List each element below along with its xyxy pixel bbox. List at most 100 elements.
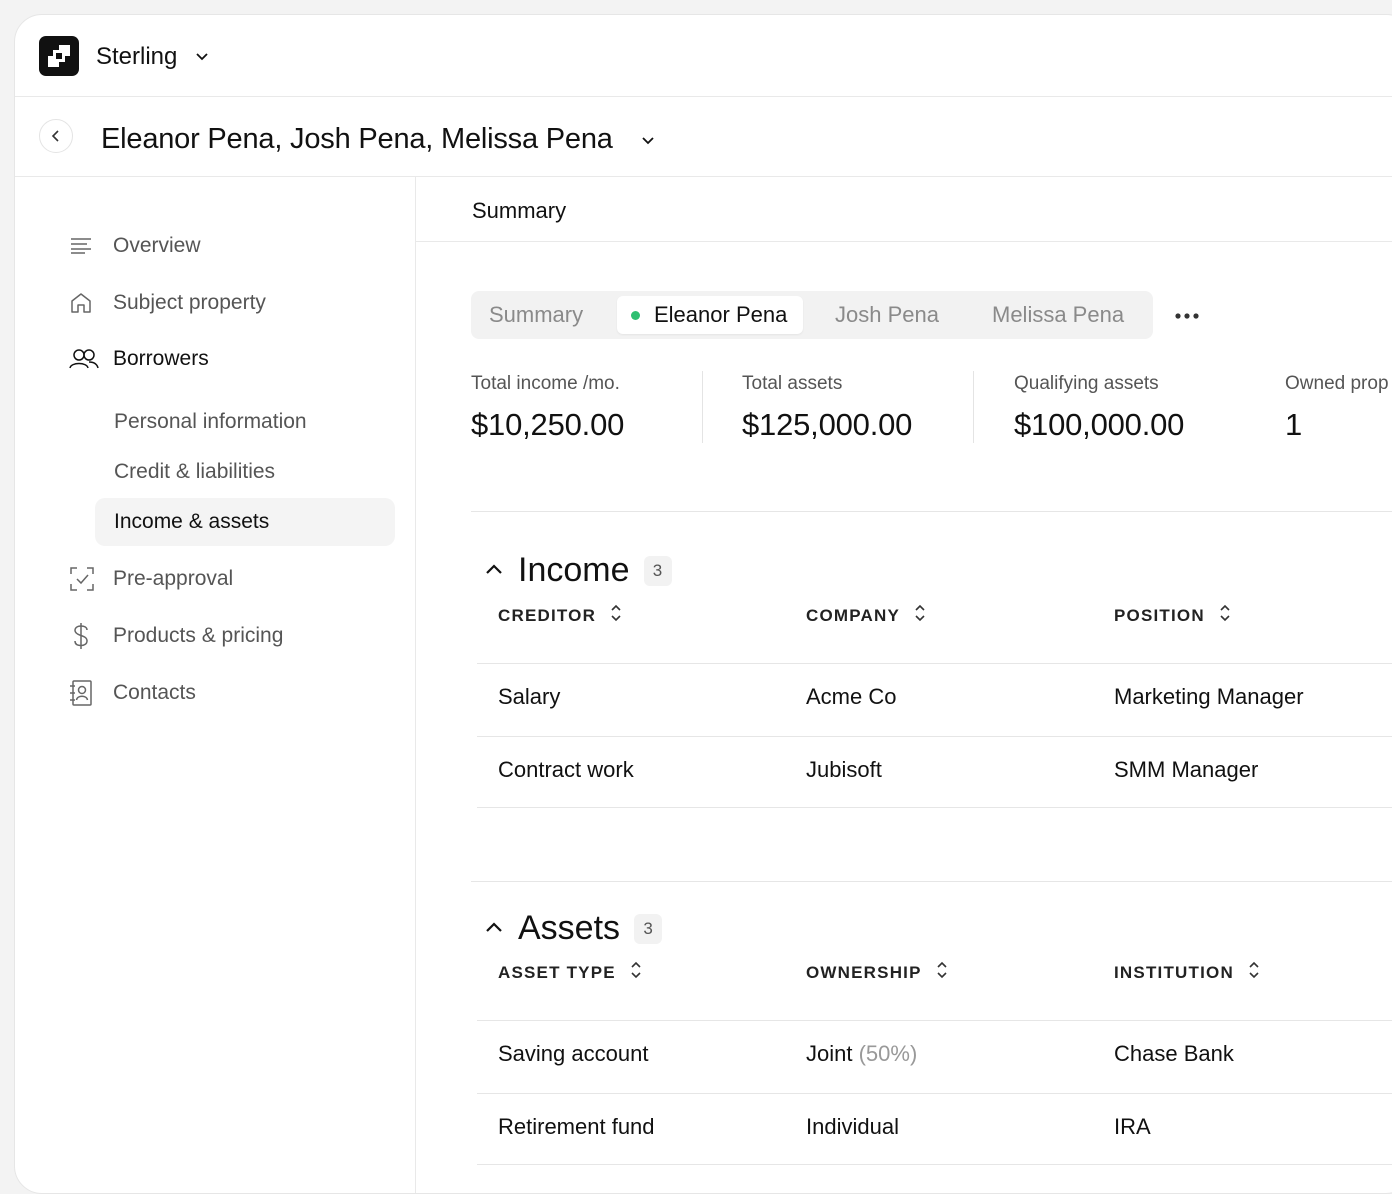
column-label: CREDITOR: [498, 605, 597, 625]
stat-label: Owned prop: [1285, 373, 1389, 394]
status-dot: [631, 310, 640, 320]
sidebar-item-label: Products & pricing: [113, 624, 284, 647]
column-label: INSTITUTION: [1114, 962, 1234, 982]
sidebar-item-pre-approval[interactable]: Pre-approval: [69, 561, 233, 597]
divider: [477, 1093, 1392, 1094]
column-label: COMPANY: [806, 605, 901, 625]
sidebar-item-subject-property[interactable]: Subject property: [69, 285, 266, 321]
table-cell: Acme Co: [806, 684, 897, 709]
sidebar-item-label: Borrowers: [113, 347, 209, 370]
stat-value: $125,000.00: [742, 407, 913, 442]
sort-icon: [1205, 603, 1231, 628]
main-header: Summary: [416, 177, 1392, 242]
sidebar-item-contacts[interactable]: Contacts: [69, 675, 196, 711]
contact-book-icon: [69, 680, 99, 706]
sidebar-item-overview[interactable]: Overview: [69, 228, 201, 264]
table-cell: Jubisoft: [806, 757, 882, 782]
column-header-company[interactable]: COMPANY: [806, 603, 926, 628]
sidebar-item-borrowers[interactable]: Borrowers: [69, 341, 209, 377]
brand-logo-icon[interactable]: [39, 36, 79, 76]
app-window: Sterling Eleanor Pena, Josh Pena, Meliss…: [14, 14, 1392, 1194]
column-label: OWNERSHIP: [806, 962, 922, 982]
column-header-institution[interactable]: INSTITUTION: [1114, 960, 1260, 985]
tab-melissa-pena[interactable]: Melissa Pena: [992, 296, 1124, 334]
income-title: Income: [518, 551, 630, 589]
main-content: Summary Summary Eleanor Pena Josh Pena M…: [416, 177, 1392, 1193]
table-cell: Salary: [498, 684, 561, 709]
count-badge: 3: [634, 913, 663, 944]
users-icon: [69, 347, 99, 371]
sidebar-item-products-pricing[interactable]: Products & pricing: [69, 618, 283, 654]
divider: [973, 371, 974, 443]
table-cell: Retirement fund: [498, 1114, 655, 1139]
sort-icon: [900, 603, 926, 628]
sidebar-item-label: Overview: [113, 234, 201, 257]
stat-label: Total income /mo.: [471, 373, 620, 394]
checkbox-scan-icon: [69, 567, 99, 591]
sort-icon: [922, 960, 948, 985]
column-header-position[interactable]: POSITION: [1114, 603, 1231, 628]
divider: [702, 371, 703, 443]
chevron-down-icon[interactable]: [641, 133, 655, 151]
stat-label: Qualifying assets: [1014, 373, 1159, 394]
chevron-down-icon[interactable]: [195, 49, 209, 67]
table-cell: Saving account: [498, 1041, 649, 1066]
stat-total-assets: Total assets $125,000.00: [742, 373, 912, 443]
assets-title: Assets: [518, 909, 621, 947]
divider: [477, 807, 1392, 808]
sort-icon: [616, 960, 642, 985]
divider: [477, 1164, 1392, 1165]
sort-icon: [1234, 960, 1260, 985]
count-badge: 3: [643, 555, 672, 586]
stat-total-income: Total income /mo. $10,250.00: [471, 373, 624, 443]
back-button[interactable]: [39, 119, 73, 153]
table-cell: IRA: [1114, 1114, 1151, 1139]
divider: [477, 736, 1392, 737]
column-header-creditor[interactable]: CREDITOR: [498, 603, 622, 628]
ownership-share: (50%): [858, 1041, 918, 1066]
tab-label: Eleanor Pena: [654, 302, 788, 327]
divider: [477, 663, 1392, 664]
column-header-asset-type[interactable]: ASSET TYPE: [498, 960, 642, 985]
table-cell: Joint (50%): [806, 1041, 917, 1067]
sidebar-subitem-personal-information[interactable]: Personal information: [95, 398, 395, 446]
sidebar-item-label: Subject property: [113, 291, 266, 314]
more-options-icon[interactable]: [1171, 302, 1205, 330]
stat-owned-properties: Owned prop 1: [1285, 373, 1389, 443]
sort-icon: [596, 603, 622, 628]
table-cell: Marketing Manager: [1114, 684, 1304, 709]
sidebar-subitem-income-assets[interactable]: Income & assets: [95, 498, 395, 546]
column-label: POSITION: [1114, 605, 1205, 625]
tab-eleanor-pena[interactable]: Eleanor Pena: [617, 296, 804, 334]
tab-josh-pena[interactable]: Josh Pena: [835, 296, 939, 334]
column-header-ownership[interactable]: OWNERSHIP: [806, 960, 948, 985]
section-title: Summary: [472, 198, 567, 223]
table-cell: Chase Bank: [1114, 1041, 1234, 1066]
stat-value: $10,250.00: [471, 407, 625, 442]
divider: [477, 1020, 1392, 1021]
stat-qualifying-assets: Qualifying assets $100,000.00: [1014, 373, 1184, 443]
tab-summary[interactable]: Summary: [489, 296, 583, 334]
top-bar: Sterling: [15, 15, 1392, 97]
stat-value: $100,000.00: [1014, 407, 1185, 442]
income-section-header[interactable]: Income 3: [484, 551, 672, 590]
page-title: Eleanor Pena, Josh Pena, Melissa Pena: [101, 123, 613, 155]
borrower-tabs: Summary Eleanor Pena Josh Pena Melissa P…: [471, 291, 1153, 339]
divider: [471, 511, 1392, 512]
chevron-up-icon: [484, 920, 504, 938]
column-label: ASSET TYPE: [498, 962, 616, 982]
sidebar-item-label: Pre-approval: [113, 567, 234, 590]
stat-value: 1: [1285, 407, 1303, 442]
sidebar-subitem-credit-liabilities[interactable]: Credit & liabilities: [95, 448, 395, 496]
assets-section-header[interactable]: Assets 3: [484, 909, 663, 948]
workspace-name[interactable]: Sterling: [96, 43, 177, 71]
page-header: Eleanor Pena, Josh Pena, Melissa Pena: [15, 97, 1392, 177]
home-icon: [69, 291, 99, 315]
stat-label: Total assets: [742, 373, 843, 394]
table-cell: SMM Manager: [1114, 757, 1259, 782]
sidebar-item-label: Contacts: [113, 681, 196, 704]
divider: [471, 881, 1392, 882]
ownership-value: Joint: [806, 1041, 853, 1066]
sidebar: Overview Subject property Borrowers Pers…: [15, 177, 416, 1193]
chevron-up-icon: [484, 562, 504, 580]
